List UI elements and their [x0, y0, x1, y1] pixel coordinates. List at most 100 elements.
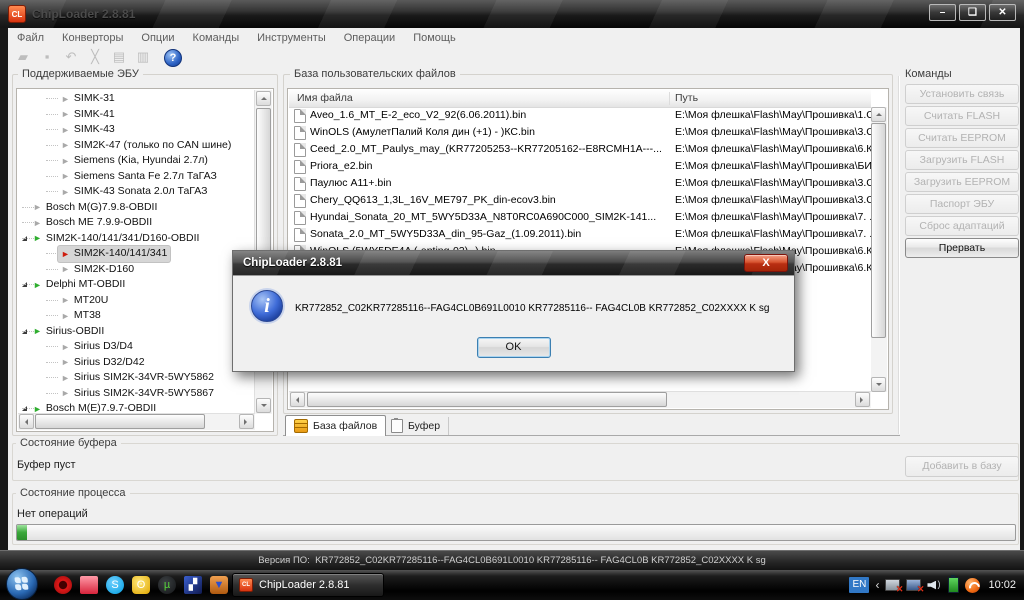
- menu-item[interactable]: Помощь: [404, 29, 465, 47]
- tab-label: База файлов: [313, 420, 377, 432]
- avast-icon[interactable]: [965, 578, 980, 593]
- menu-item[interactable]: Файл: [8, 29, 53, 47]
- chip-icon[interactable]: ▥: [134, 48, 152, 66]
- menu-item[interactable]: Команды: [184, 29, 249, 47]
- tree-item[interactable]: ►Sirius SIM2K-34VR-5WY5867: [18, 386, 255, 402]
- file-path-cell: E:\Моя флешка\Flash\May\Прошивка\3.С...: [675, 175, 871, 192]
- floppy-icon[interactable]: [80, 576, 98, 594]
- tree-item[interactable]: ►SIMK-31: [18, 91, 255, 107]
- command-button[interactable]: Паспорт ЭБУ: [905, 194, 1019, 214]
- scroll-thumb[interactable]: [307, 392, 667, 407]
- table-row[interactable]: Hyundai_Sonata_20_MT_5WY5D33A_N8T0RC0A69…: [289, 209, 871, 226]
- scroll-thumb[interactable]: [35, 414, 205, 429]
- tab-file-database[interactable]: База файлов: [285, 415, 386, 436]
- tree-item[interactable]: ►Sirius SIM2K-34VR-5WY5862: [18, 370, 255, 386]
- app-icon: CL: [239, 578, 253, 592]
- close-button[interactable]: ✕: [989, 4, 1016, 21]
- table-row[interactable]: Chery_QQ613_1,3L_16V_ME797_PK_din-ecov3.…: [289, 192, 871, 209]
- command-button[interactable]: Загрузить EEPROM: [905, 172, 1019, 192]
- command-button[interactable]: Загрузить FLASH: [905, 150, 1019, 170]
- column-header-name[interactable]: Имя файла: [297, 90, 353, 107]
- tree-item[interactable]: ►SIMK-41: [18, 107, 255, 123]
- red-ring-icon[interactable]: [54, 576, 72, 594]
- scroll-down-arrow[interactable]: [871, 377, 886, 392]
- file-table-hscrollbar[interactable]: [289, 391, 871, 408]
- package-icon[interactable]: ▼: [210, 576, 228, 594]
- media-player-icon[interactable]: ▞: [184, 576, 202, 594]
- arrow-red: ►: [61, 249, 70, 259]
- progress-fill: [17, 525, 27, 540]
- battery-icon[interactable]: [948, 577, 959, 593]
- menu-item[interactable]: Опции: [132, 29, 183, 47]
- scroll-down-arrow[interactable]: [256, 398, 271, 413]
- dialog-close-button[interactable]: X: [744, 254, 788, 272]
- command-button[interactable]: Считать EEPROM: [905, 128, 1019, 148]
- tree-item[interactable]: ►Bosch ME 7.9.9-OBDII: [18, 215, 255, 231]
- ok-button[interactable]: OK: [477, 337, 551, 358]
- report-icon[interactable]: ▤: [110, 48, 128, 66]
- network-disabled-icon[interactable]: ✕: [885, 579, 900, 592]
- undo-icon[interactable]: ↶: [62, 48, 80, 66]
- volume-icon[interactable]: ): [927, 579, 942, 592]
- tree-item[interactable]: ►SIM2K-D160: [18, 262, 255, 278]
- tree-item[interactable]: ►SIM2K-140/141/341/D160-OBDII: [18, 231, 255, 247]
- scroll-left-arrow[interactable]: [19, 414, 34, 429]
- language-indicator[interactable]: EN: [849, 577, 869, 593]
- tree-item[interactable]: ►Sirius D3/D4: [18, 339, 255, 355]
- save-icon[interactable]: ▪: [38, 48, 56, 66]
- tree-item[interactable]: ►Sirius-OBDII: [18, 324, 255, 340]
- table-row[interactable]: Priora_e2.binE:\Моя флешка\Flash\May\Про…: [289, 158, 871, 175]
- tree-item[interactable]: ►SIM2K-140/141/341: [18, 246, 255, 262]
- file-name-cell: Ceed_2.0_MT_Paulys_may_(KR77205253--KR77…: [310, 141, 666, 158]
- add-to-database-button[interactable]: Добавить в базу: [905, 456, 1019, 477]
- skype-icon[interactable]: S: [106, 576, 124, 594]
- ecu-tree-hscrollbar[interactable]: [18, 413, 255, 430]
- column-divider[interactable]: [669, 92, 670, 105]
- file-table-vscrollbar[interactable]: [871, 107, 887, 392]
- tree-item[interactable]: ►Siemens (Kia, Hyundai 2.7л): [18, 153, 255, 169]
- scroll-left-arrow[interactable]: [290, 392, 305, 407]
- scroll-right-arrow[interactable]: [855, 392, 870, 407]
- scroll-right-arrow[interactable]: [239, 414, 254, 429]
- menu-item[interactable]: Конверторы: [53, 29, 132, 47]
- table-row[interactable]: Sonata_2.0_MT_5WY5D33A_din_95-Gaz_(1.09.…: [289, 226, 871, 243]
- maximize-button[interactable]: ❑: [959, 4, 986, 21]
- menu-item[interactable]: Операции: [335, 29, 404, 47]
- command-button[interactable]: Считать FLASH: [905, 106, 1019, 126]
- tree-item[interactable]: ►Bosch M(G)7.9.8-OBDII: [18, 200, 255, 216]
- scroll-up-arrow[interactable]: [256, 91, 271, 106]
- start-button[interactable]: [6, 568, 38, 600]
- display-disconnected-icon[interactable]: ✕: [906, 579, 921, 592]
- taskbar-app-button[interactable]: CL ChipLoader 2.8.81: [232, 573, 384, 597]
- tree-item-label: Sirius D32/D42: [74, 355, 145, 371]
- table-row[interactable]: Aveo_1.6_MT_E-2_eco_V2_92(6.06.2011).bin…: [289, 107, 871, 124]
- tree-item[interactable]: ►Sirius D32/D42: [18, 355, 255, 371]
- command-button[interactable]: Прервать: [905, 238, 1019, 258]
- tab-buffer[interactable]: Буфер: [383, 417, 449, 435]
- tree-item[interactable]: ►SIM2K-47 (только по CAN шине): [18, 138, 255, 154]
- tree-item[interactable]: ►SIMK-43: [18, 122, 255, 138]
- scroll-up-arrow[interactable]: [871, 107, 886, 122]
- command-button[interactable]: Установить связь: [905, 84, 1019, 104]
- scroll-thumb[interactable]: [871, 123, 886, 338]
- column-header-path[interactable]: Путь: [675, 90, 698, 107]
- command-button[interactable]: Сброс адаптаций: [905, 216, 1019, 236]
- tray-chevron-icon[interactable]: ‹: [875, 578, 879, 592]
- taskbar-clock[interactable]: 10:02: [988, 579, 1016, 591]
- open-file-icon[interactable]: ▰: [14, 48, 32, 66]
- table-row[interactable]: Паулюс A11+.binE:\Моя флешка\Flash\May\П…: [289, 175, 871, 192]
- file-icon: [294, 143, 306, 157]
- tree-item[interactable]: ►Delphi MT-OBDII: [18, 277, 255, 293]
- table-row[interactable]: WinOLS (АмулетПалий Коля дин (+1) - )КС.…: [289, 124, 871, 141]
- tree-item[interactable]: ►Siemens Santa Fe 2.7л ТаГАЗ: [18, 169, 255, 185]
- minimize-button[interactable]: –: [929, 4, 956, 21]
- menu-item[interactable]: Инструменты: [248, 29, 335, 47]
- tools-icon[interactable]: ╳: [86, 48, 104, 66]
- qip-icon[interactable]: ʘ: [132, 576, 150, 594]
- tree-item[interactable]: ►SIMK-43 Sonata 2.0л ТаГАЗ: [18, 184, 255, 200]
- table-row[interactable]: Ceed_2.0_MT_Paulys_may_(KR77205253--KR77…: [289, 141, 871, 158]
- utorrent-icon[interactable]: µ: [158, 576, 176, 594]
- tree-item[interactable]: ►MT38: [18, 308, 255, 324]
- help-icon[interactable]: ?: [164, 49, 182, 67]
- tree-item[interactable]: ►MT20U: [18, 293, 255, 309]
